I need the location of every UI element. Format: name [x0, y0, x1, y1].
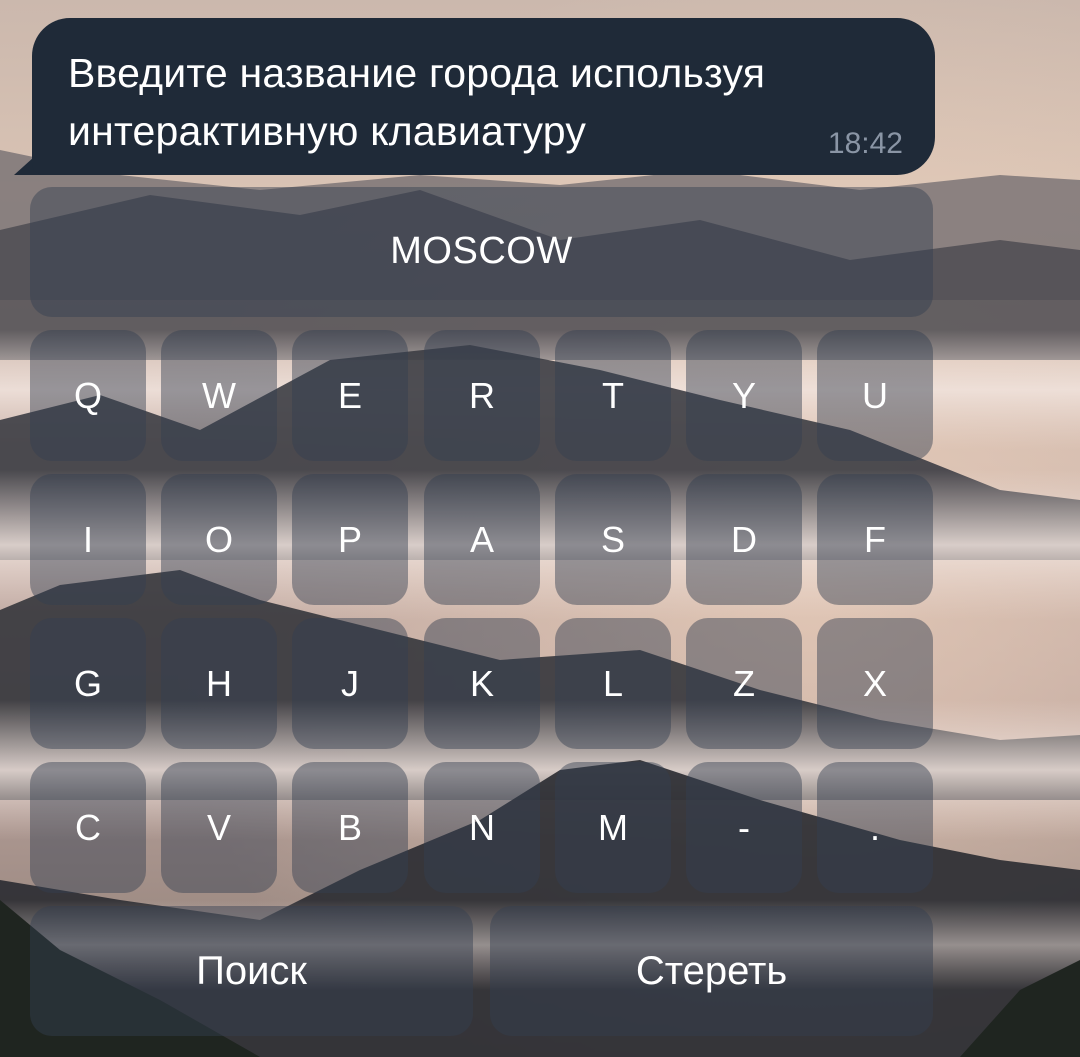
- key-o[interactable]: O: [161, 474, 277, 605]
- key-u[interactable]: U: [817, 330, 933, 461]
- key-j[interactable]: J: [292, 618, 408, 749]
- key-q[interactable]: Q: [30, 330, 146, 461]
- key-y[interactable]: Y: [686, 330, 802, 461]
- key-n[interactable]: N: [424, 762, 540, 893]
- key-t[interactable]: T: [555, 330, 671, 461]
- erase-button[interactable]: Стереть: [490, 906, 933, 1036]
- key-v[interactable]: V: [161, 762, 277, 893]
- key-l[interactable]: L: [555, 618, 671, 749]
- key-a[interactable]: A: [424, 474, 540, 605]
- key-dash[interactable]: -: [686, 762, 802, 893]
- key-p[interactable]: P: [292, 474, 408, 605]
- key-c[interactable]: C: [30, 762, 146, 893]
- key-g[interactable]: G: [30, 618, 146, 749]
- key-f[interactable]: F: [817, 474, 933, 605]
- key-dot[interactable]: .: [817, 762, 933, 893]
- key-w[interactable]: W: [161, 330, 277, 461]
- key-k[interactable]: K: [424, 618, 540, 749]
- key-m[interactable]: M: [555, 762, 671, 893]
- key-e[interactable]: E: [292, 330, 408, 461]
- search-button[interactable]: Поиск: [30, 906, 473, 1036]
- message-time: 18:42: [827, 127, 903, 160]
- key-x[interactable]: X: [817, 618, 933, 749]
- key-b[interactable]: B: [292, 762, 408, 893]
- message-text: Введите название города используя интера…: [68, 50, 766, 154]
- city-input-display-button[interactable]: MOSCOW: [30, 187, 933, 317]
- key-z[interactable]: Z: [686, 618, 802, 749]
- key-h[interactable]: H: [161, 618, 277, 749]
- key-d[interactable]: D: [686, 474, 802, 605]
- key-s[interactable]: S: [555, 474, 671, 605]
- key-i[interactable]: I: [30, 474, 146, 605]
- bot-message-bubble: Введите название города используя интера…: [32, 18, 935, 175]
- key-r[interactable]: R: [424, 330, 540, 461]
